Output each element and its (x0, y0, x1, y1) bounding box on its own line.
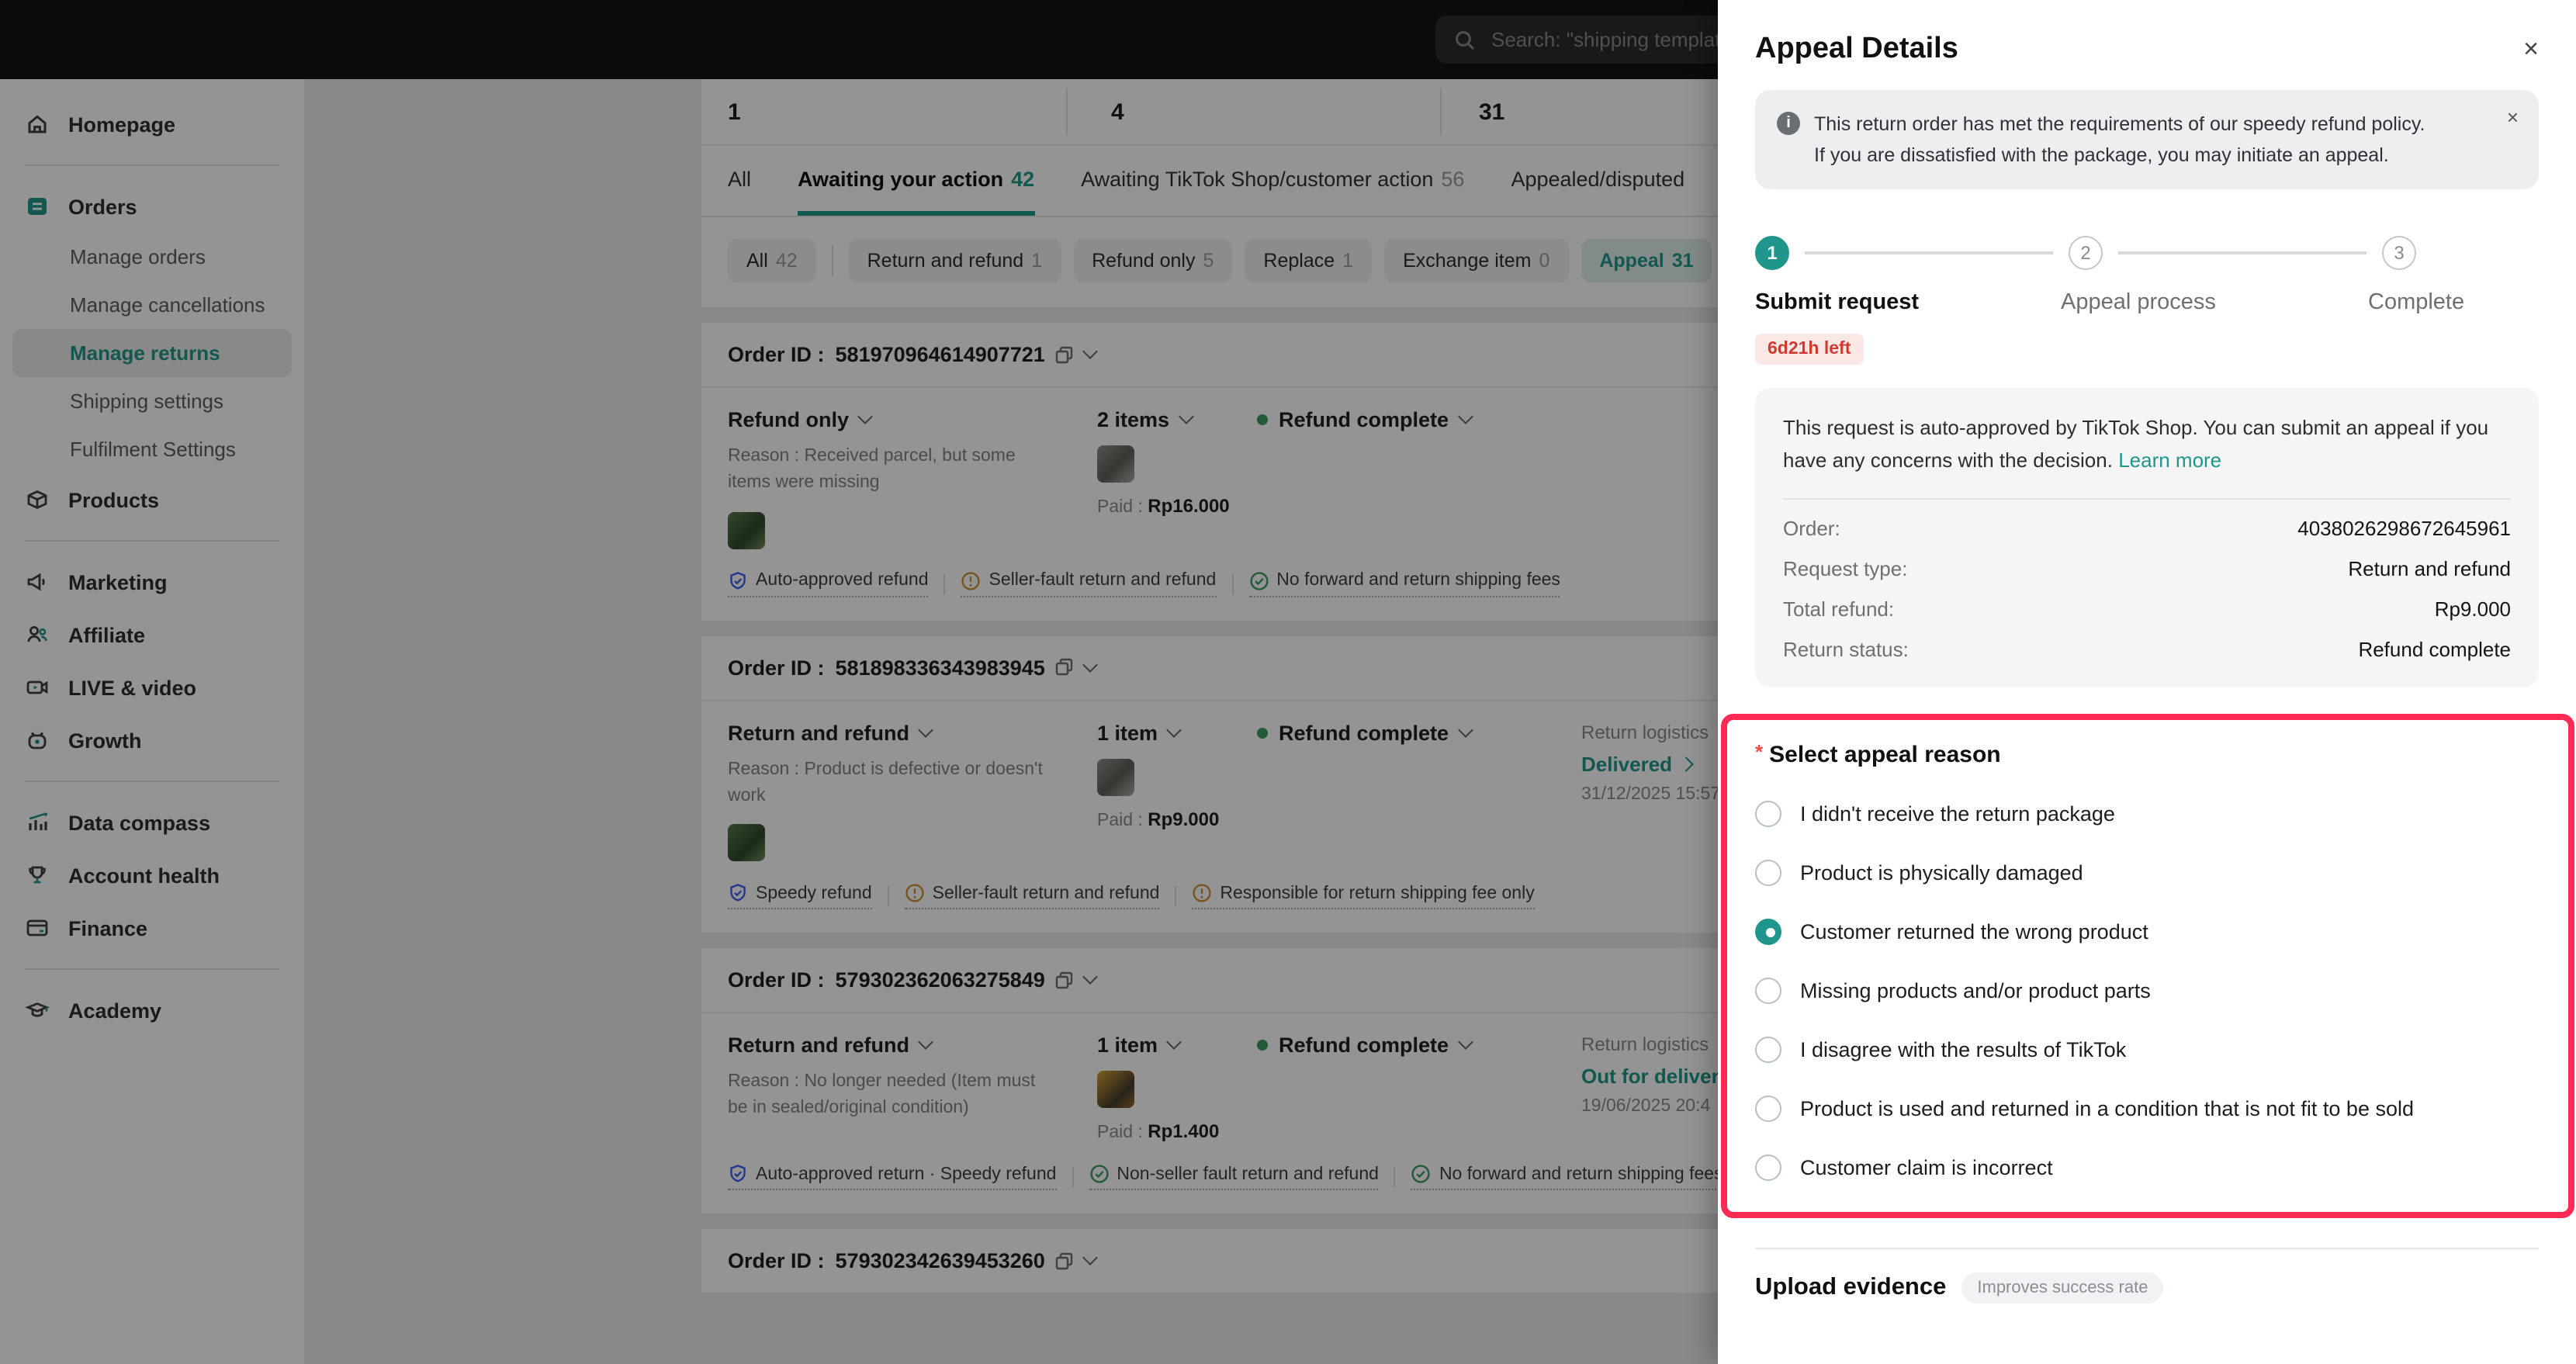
countdown-badge: 6d21h left (1755, 334, 1863, 365)
step-circle-1: 1 (1755, 236, 1789, 270)
detail-row-request-type: Request type: Return and refund (1783, 557, 2511, 580)
drawer-title: Appeal Details (1718, 0, 2576, 67)
step-label-submit-request: Submit request (1755, 290, 1919, 315)
reason-option-claim-incorrect[interactable]: Customer claim is incorrect (1755, 1155, 2537, 1181)
upload-evidence-section: Upload evidence Improves success rate (1755, 1272, 2539, 1303)
reason-option-physically-damaged[interactable]: Product is physically damaged (1755, 860, 2537, 886)
banner-line-2: If you are dissatisfied with the package… (1814, 144, 2389, 166)
info-icon: i (1777, 112, 1800, 135)
appeal-details-drawer: Appeal Details × i This return order has… (1718, 0, 2576, 1364)
close-icon[interactable]: × (2517, 28, 2545, 71)
learn-more-link[interactable]: Learn more (2118, 449, 2221, 473)
banner-close-icon[interactable]: × (2507, 106, 2519, 129)
auto-approved-notice-card: This request is auto-approved by TikTok … (1755, 388, 2539, 687)
order-number: 4038026298672645961 (2297, 517, 2511, 540)
section-divider (1755, 1248, 2539, 1249)
step-circle-2: 2 (2069, 236, 2103, 270)
notice-divider (1783, 498, 2511, 500)
detail-row-order: Order: 4038026298672645961 (1783, 517, 2511, 540)
tiktok-shop-seller-center: Homepage Orders Manage orders Manage can… (0, 0, 2576, 1364)
reason-option-didnt-receive[interactable]: I didn't receive the return package (1755, 801, 2537, 827)
radio-button-selected[interactable] (1755, 919, 1781, 945)
radio-button[interactable] (1755, 1155, 1781, 1181)
banner-line-1: This return order has met the requiremen… (1814, 113, 2425, 135)
radio-button[interactable] (1755, 1096, 1781, 1122)
step-label-appeal-process: Appeal process (2061, 290, 2216, 315)
step-connector (1805, 252, 2053, 254)
radio-button[interactable] (1755, 1037, 1781, 1063)
detail-row-total-refund: Total refund: Rp9.000 (1783, 597, 2511, 621)
reason-option-product-used[interactable]: Product is used and returned in a condit… (1755, 1096, 2537, 1122)
appeal-stepper: 1 2 3 Submit request Appeal process Comp… (1755, 236, 2539, 365)
reason-option-wrong-product[interactable]: Customer returned the wrong product (1755, 919, 2537, 945)
step-circle-3: 3 (2382, 236, 2416, 270)
improves-success-rate-badge: Improves success rate (1961, 1272, 2163, 1303)
select-appeal-reason-section: *Select appeal reason I didn't receive t… (1721, 714, 2574, 1218)
step-label-complete: Complete (2368, 290, 2464, 315)
radio-button[interactable] (1755, 978, 1781, 1004)
radio-button[interactable] (1755, 860, 1781, 886)
modal-dim-overlay[interactable] (0, 0, 1718, 1364)
detail-row-return-status: Return status: Refund complete (1783, 638, 2511, 661)
reason-option-disagree-results[interactable]: I disagree with the results of TikTok (1755, 1037, 2537, 1063)
speedy-refund-banner: i This return order has met the requirem… (1755, 90, 2539, 189)
required-asterisk: * (1755, 740, 1763, 763)
step-connector (2118, 252, 2367, 254)
reason-option-missing-products[interactable]: Missing products and/or product parts (1755, 978, 2537, 1004)
appeal-reason-title: *Select appeal reason (1755, 740, 2537, 768)
radio-button[interactable] (1755, 801, 1781, 827)
upload-evidence-title: Upload evidence (1755, 1274, 1946, 1302)
